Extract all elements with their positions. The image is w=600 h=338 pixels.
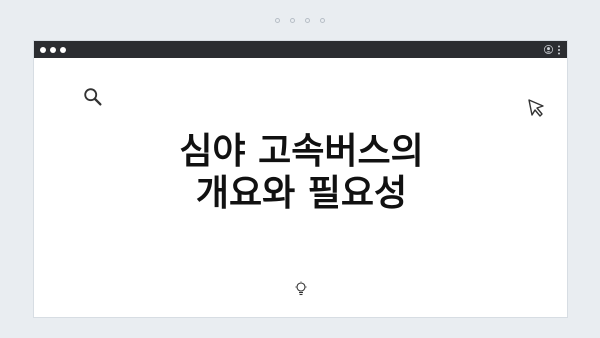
pager-dot <box>290 17 295 23</box>
page-pager-dots <box>0 0 600 40</box>
maximize-button[interactable] <box>60 46 66 53</box>
title-line-2: 개요와 필요성 <box>195 173 408 214</box>
more-vertical-icon[interactable] <box>557 45 561 55</box>
minimize-button[interactable] <box>50 46 56 53</box>
lightbulb-icon <box>294 281 308 301</box>
close-button[interactable] <box>40 46 46 53</box>
titlebar-actions <box>544 45 561 55</box>
pager-dot <box>305 17 310 23</box>
title-line-1: 심야 고속버스의 <box>179 131 424 172</box>
user-icon[interactable] <box>544 45 553 54</box>
pager-dot <box>320 17 325 23</box>
search-icon <box>82 86 104 112</box>
window-controls <box>40 46 66 53</box>
window-titlebar <box>34 41 567 58</box>
browser-window: 심야 고속버스의 개요와 필요성 <box>33 40 568 318</box>
cursor-arrow-icon <box>527 98 547 122</box>
pager-dot <box>275 17 280 23</box>
page-title: 심야 고속버스의 개요와 필요성 <box>34 131 569 215</box>
